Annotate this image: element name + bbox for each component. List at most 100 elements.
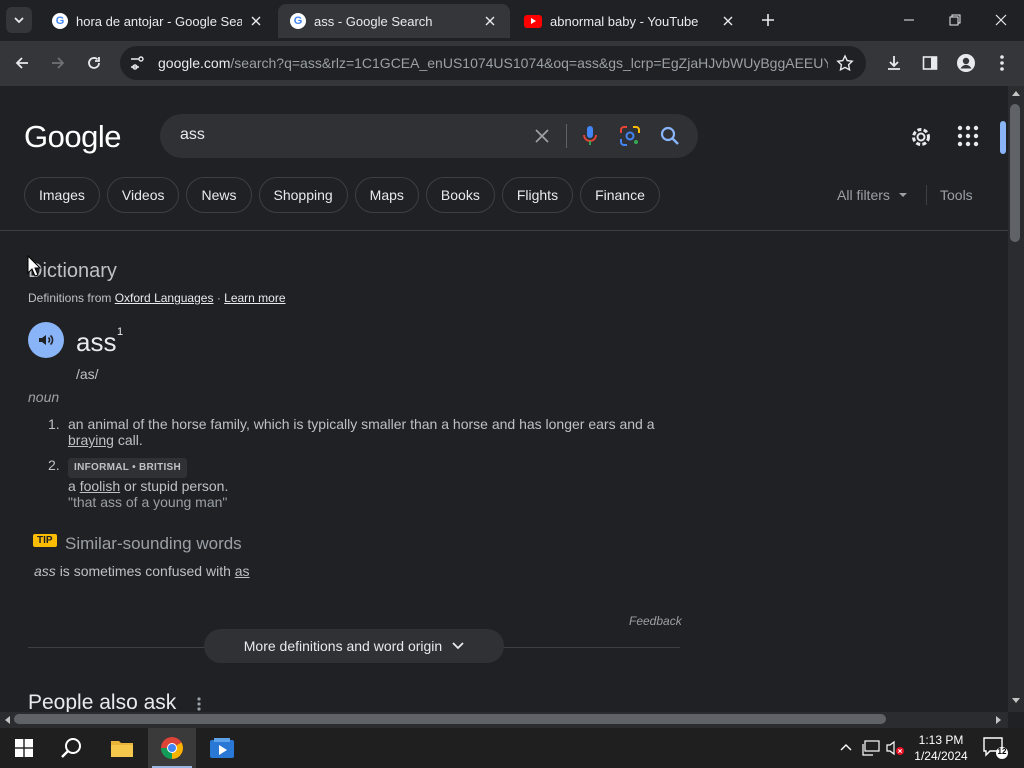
network-icon[interactable] — [862, 740, 880, 756]
search-icon — [61, 738, 81, 758]
braying-link[interactable]: braying — [68, 432, 114, 448]
google-g-icon: G — [290, 13, 306, 29]
browser-toolbar: google.com/search?q=ass&rlz=1C1GCEA_enUS… — [0, 41, 1024, 86]
windows-logo-icon — [15, 739, 33, 757]
media-player-icon — [210, 738, 234, 758]
start-button[interactable] — [0, 728, 48, 768]
tab-search-button[interactable] — [6, 7, 32, 33]
definition-text-part: a — [68, 478, 76, 494]
chip-flights[interactable]: Flights — [501, 177, 574, 213]
search-box[interactable]: ass — [160, 114, 698, 158]
foolish-link[interactable]: foolish — [80, 478, 120, 494]
tools-button[interactable]: Tools — [940, 187, 973, 203]
scroll-right-arrow-icon[interactable] — [996, 716, 1002, 724]
plus-icon — [762, 14, 774, 26]
usage-label-badge: INFORMAL • BRITISH — [68, 458, 188, 478]
caret-down-icon — [898, 193, 907, 197]
downloads-button[interactable] — [880, 49, 908, 77]
minimize-button[interactable] — [894, 6, 924, 34]
url-host: google.com — [158, 55, 231, 71]
clear-search-icon[interactable] — [530, 124, 554, 148]
as-link[interactable]: as — [235, 563, 250, 579]
chip-books[interactable]: Books — [425, 177, 495, 213]
tip-badge: TIP — [33, 534, 57, 547]
tab-strip: G hora de antojar - Google Search G ass … — [0, 0, 1024, 41]
definition-number: 1. — [48, 416, 60, 432]
definition-text-part: or stupid person. — [124, 478, 229, 494]
side-panel-button[interactable] — [916, 49, 944, 77]
scroll-left-arrow-icon[interactable] — [4, 716, 10, 724]
chip-images[interactable]: Images — [24, 177, 100, 213]
volume-muted-icon[interactable] — [886, 740, 906, 756]
more-definitions-button[interactable]: More definitions and word origin — [204, 629, 504, 663]
google-lens-icon[interactable] — [618, 124, 642, 148]
arrow-left-icon — [15, 57, 28, 69]
all-filters-button[interactable]: All filters — [837, 187, 908, 203]
close-tab-icon[interactable] — [720, 13, 736, 29]
all-filters-label: All filters — [837, 187, 890, 203]
close-window-button[interactable] — [986, 6, 1016, 34]
scroll-up-arrow-icon[interactable] — [1012, 90, 1020, 96]
phonetic: /as/ — [76, 366, 99, 382]
tab-youtube[interactable]: abnormal baby - YouTube — [512, 4, 748, 38]
show-hidden-icons-chevron-icon[interactable] — [840, 743, 852, 751]
word-superscript: 1 — [117, 326, 124, 338]
chrome-taskbar-button[interactable] — [148, 728, 196, 768]
definition-number: 2. — [48, 457, 60, 473]
chip-news[interactable]: News — [186, 177, 252, 213]
more-options-icon[interactable] — [196, 696, 202, 712]
youtube-icon — [524, 14, 542, 28]
definition-text: an animal of the horse family, which is … — [68, 416, 668, 448]
system-clock[interactable]: 1:13 PM 1/24/2024 — [910, 732, 972, 764]
search-query[interactable]: ass — [180, 126, 205, 144]
chip-shopping[interactable]: Shopping — [258, 177, 348, 213]
feedback-link[interactable]: Feedback — [629, 614, 682, 628]
pronunciation-speaker-button[interactable] — [28, 322, 64, 358]
google-logo[interactable]: Google — [24, 119, 121, 155]
address-bar[interactable]: google.com/search?q=ass&rlz=1C1GCEA_enUS… — [120, 46, 866, 80]
new-tab-button[interactable] — [756, 8, 780, 32]
restore-button[interactable] — [940, 6, 970, 34]
chip-finance[interactable]: Finance — [580, 177, 660, 213]
tab-title: hora de antojar - Google Search — [76, 13, 242, 29]
chrome-icon — [161, 737, 183, 759]
oxford-languages-link[interactable]: Oxford Languages — [115, 291, 214, 305]
close-tab-icon[interactable] — [248, 13, 264, 29]
search-icon[interactable] — [658, 124, 682, 148]
file-explorer-button[interactable] — [98, 728, 146, 768]
action-center-button[interactable]: 12 — [982, 736, 1008, 765]
vertical-scroll-thumb[interactable] — [1010, 104, 1020, 242]
reload-button[interactable] — [80, 49, 108, 77]
dictionary-heading: Dictionary — [28, 260, 117, 282]
scroll-down-arrow-icon[interactable] — [1012, 698, 1020, 704]
search-divider — [566, 124, 567, 148]
mouse-cursor-icon — [27, 255, 41, 277]
mic-icon[interactable] — [578, 124, 602, 148]
bookmark-star-icon[interactable] — [836, 54, 854, 72]
source-separator: · — [216, 291, 221, 305]
folder-icon — [111, 741, 133, 757]
tab-hora-de-antojar[interactable]: G hora de antojar - Google Search — [40, 4, 276, 38]
tab-ass-search[interactable]: G ass - Google Search — [278, 4, 510, 38]
reload-icon — [88, 57, 100, 69]
chip-videos[interactable]: Videos — [106, 177, 180, 213]
chevron-down-icon — [452, 642, 464, 650]
account-avatar[interactable] — [1000, 121, 1006, 154]
settings-gear-icon[interactable] — [908, 124, 934, 155]
menu-button[interactable] — [988, 49, 1016, 77]
learn-more-link[interactable]: Learn more — [224, 291, 285, 305]
header-divider — [0, 230, 1008, 231]
site-info-icon[interactable] — [128, 54, 146, 72]
google-results-page: Google ass Images Videos News Shopping M… — [0, 86, 1008, 712]
taskbar-search-button[interactable] — [48, 728, 96, 768]
google-apps-icon[interactable] — [956, 124, 980, 153]
close-tab-icon[interactable] — [482, 13, 498, 29]
media-app-button[interactable] — [198, 728, 246, 768]
confused-word: ass — [34, 563, 56, 579]
profile-button[interactable] — [952, 49, 980, 77]
chip-maps[interactable]: Maps — [354, 177, 419, 213]
scrollbar-corner — [1008, 712, 1024, 728]
horizontal-scroll-thumb[interactable] — [14, 714, 886, 724]
back-button[interactable] — [8, 49, 36, 77]
forward-button[interactable] — [44, 49, 72, 77]
